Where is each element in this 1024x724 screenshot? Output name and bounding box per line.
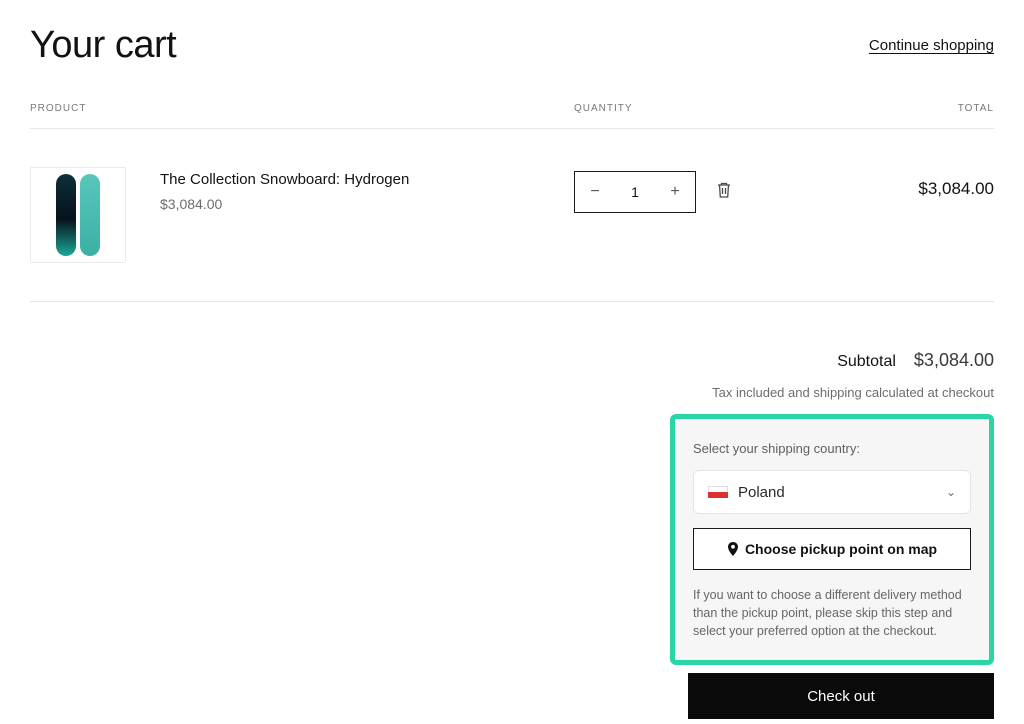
country-name: Poland: [738, 484, 946, 501]
choose-pickup-point-button[interactable]: Choose pickup point on map: [693, 528, 971, 570]
column-total: TOTAL: [834, 103, 994, 114]
quantity-increase-button[interactable]: +: [655, 172, 695, 212]
product-name[interactable]: The Collection Snowboard: Hydrogen: [160, 171, 409, 188]
choose-pickup-point-label: Choose pickup point on map: [745, 541, 937, 557]
snowboard-icon: [56, 174, 76, 256]
tax-shipping-note: Tax included and shipping calculated at …: [30, 385, 994, 400]
product-thumbnail[interactable]: [30, 167, 126, 263]
chevron-down-icon: ⌄: [946, 485, 956, 499]
shipping-country-label: Select your shipping country:: [693, 441, 971, 456]
subtotal-value: $3,084.00: [914, 350, 994, 371]
continue-shopping-link[interactable]: Continue shopping: [869, 37, 994, 54]
snowboard-icon: [80, 174, 100, 256]
line-item-total: $3,084.00: [834, 167, 994, 199]
pickup-panel-note: If you want to choose a different delive…: [693, 586, 971, 640]
subtotal-label: Subtotal: [837, 353, 896, 371]
cart-table-header: PRODUCT QUANTITY TOTAL: [30, 103, 994, 129]
trash-icon: [716, 181, 732, 199]
page-title: Your cart: [30, 24, 176, 67]
country-select[interactable]: Poland ⌄: [693, 470, 971, 514]
quantity-decrease-button[interactable]: −: [575, 172, 615, 212]
column-quantity: QUANTITY: [574, 103, 834, 114]
checkout-button[interactable]: Check out: [688, 673, 994, 719]
quantity-value[interactable]: 1: [615, 184, 655, 200]
shipping-country-panel: Select your shipping country: Poland ⌄ C…: [670, 414, 994, 665]
pin-icon: [727, 542, 739, 556]
column-product: PRODUCT: [30, 103, 574, 114]
product-price: $3,084.00: [160, 196, 409, 212]
remove-item-button[interactable]: [716, 181, 732, 204]
flag-poland-icon: [708, 486, 728, 498]
cart-line-item: The Collection Snowboard: Hydrogen $3,08…: [30, 129, 994, 302]
quantity-stepper: − 1 +: [574, 171, 696, 213]
